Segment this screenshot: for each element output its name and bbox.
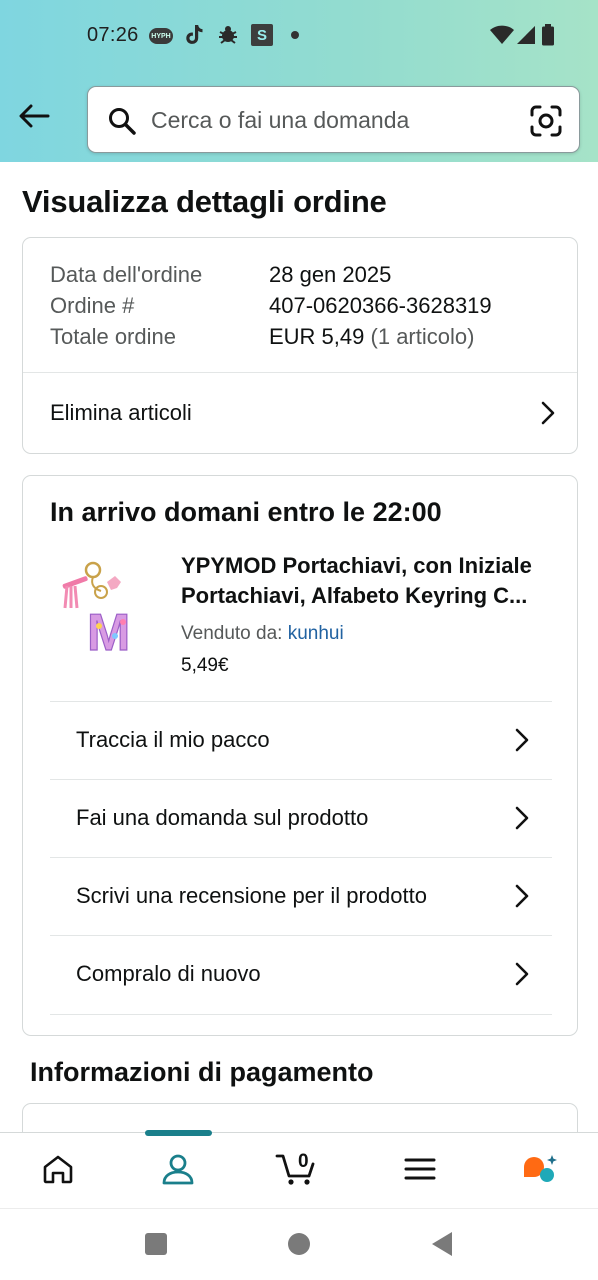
- cart-count-badge: 0: [298, 1151, 309, 1172]
- order-total-value: EUR 5,49: [269, 324, 365, 349]
- search-icon: [107, 106, 137, 136]
- product-title-link[interactable]: YPYMOD Portachiavi, con Iniziale Portach…: [181, 551, 561, 611]
- chevron-right-icon: [540, 401, 556, 425]
- hyph-app-icon: HYPH: [149, 28, 173, 44]
- chevron-right-icon: [514, 962, 530, 986]
- order-date-value: 28 gen 2025: [269, 262, 392, 287]
- top-header: 07:26 HYPH S: [0, 0, 598, 162]
- bug-icon: [216, 24, 240, 46]
- page-title: Visualizza dettagli ordine: [22, 184, 387, 219]
- camera-lens-icon[interactable]: [529, 104, 563, 138]
- seller-line: Venduto da: kunhui: [181, 623, 344, 645]
- track-package-label: Traccia il mio pacco: [76, 727, 270, 752]
- product-price: 5,49€: [181, 655, 229, 676]
- order-total-value-group: EUR 5,49 (1 articolo): [269, 324, 474, 350]
- status-bar: 07:26 HYPH S: [0, 14, 598, 58]
- back-button[interactable]: [427, 1231, 457, 1261]
- seller-link[interactable]: kunhui: [288, 623, 344, 644]
- sold-by-label: Venduto da:: [181, 623, 283, 644]
- chevron-right-icon: [514, 728, 530, 752]
- circle-icon: [287, 1232, 311, 1261]
- home-icon: [42, 1154, 74, 1189]
- status-time: 07:26: [87, 24, 139, 46]
- order-number-value: 407-0620366-3628319: [269, 293, 492, 318]
- signal-icon: [516, 24, 536, 46]
- product-image[interactable]: M: [57, 556, 147, 663]
- nav-home[interactable]: [18, 1133, 98, 1209]
- order-date-label: Data dell'ordine: [50, 262, 203, 287]
- ask-question-label: Fai una domanda sul prodotto: [76, 805, 369, 830]
- person-icon: [161, 1152, 195, 1191]
- chevron-right-icon: [514, 806, 530, 830]
- search-input[interactable]: [151, 99, 511, 141]
- square-icon: [144, 1232, 168, 1261]
- nav-menu[interactable]: [380, 1133, 460, 1209]
- back-arrow-icon[interactable]: [16, 100, 52, 132]
- delete-items-label: Elimina articoli: [50, 400, 192, 425]
- tiktok-icon: [183, 24, 205, 46]
- hamburger-menu-icon: [404, 1157, 436, 1186]
- ai-assistant-icon: [520, 1152, 560, 1191]
- battery-icon: [541, 24, 555, 46]
- track-package-link[interactable]: Traccia il mio pacco: [76, 702, 530, 778]
- product-title-line-2: Portachiavi, Alfabeto Keyring C...: [181, 583, 528, 608]
- delivery-card: In arrivo domani entro le 22:00 M YPYMOD…: [22, 475, 578, 1036]
- nav-account[interactable]: [138, 1133, 218, 1209]
- back-triangle-icon: [430, 1231, 454, 1262]
- nav-cart[interactable]: 0: [258, 1133, 338, 1209]
- order-number-label: Ordine #: [50, 293, 135, 318]
- bottom-nav: 0: [0, 1130, 598, 1209]
- chevron-right-icon: [514, 884, 530, 908]
- nav-rufus-assistant[interactable]: [500, 1133, 580, 1209]
- divider: [50, 1014, 552, 1015]
- buy-again-label: Compralo di nuovo: [76, 961, 261, 986]
- android-nav-bar: [0, 1208, 598, 1280]
- delivery-estimate-title: In arrivo domani entro le 22:00: [50, 497, 442, 527]
- buy-again-link[interactable]: Compralo di nuovo: [76, 936, 530, 1012]
- write-review-link[interactable]: Scrivi una recensione per il prodotto: [76, 858, 530, 934]
- wifi-icon: [490, 24, 514, 46]
- s-app-icon: S: [251, 24, 273, 46]
- order-summary-card: Data dell'ordine 28 gen 2025 Ordine # 40…: [22, 237, 578, 454]
- search-bar[interactable]: [87, 86, 580, 153]
- order-item-count: (1 articolo): [370, 324, 475, 349]
- ask-question-link[interactable]: Fai una domanda sul prodotto: [76, 780, 530, 856]
- product-thumb-letter: M: [87, 604, 130, 656]
- delete-items-link[interactable]: Elimina articoli: [50, 373, 556, 453]
- recents-button[interactable]: [141, 1231, 171, 1261]
- payment-section-title: Informazioni di pagamento: [30, 1057, 374, 1087]
- write-review-label: Scrivi una recensione per il prodotto: [76, 883, 427, 908]
- order-total-label: Totale ordine: [50, 324, 176, 349]
- product-title-line-1: YPYMOD Portachiavi, con Iniziale: [181, 553, 532, 578]
- notification-dot-icon: [291, 31, 299, 39]
- home-button[interactable]: [284, 1231, 314, 1261]
